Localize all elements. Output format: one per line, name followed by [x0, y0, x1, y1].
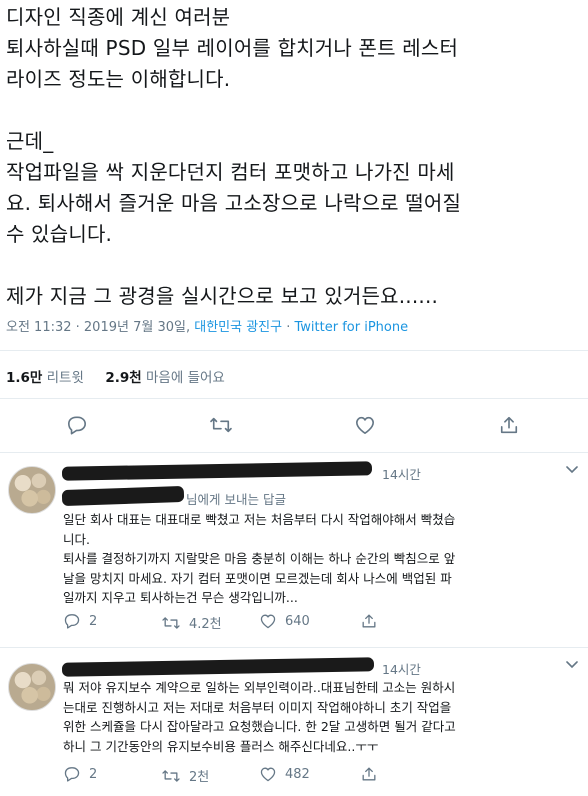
heart-icon	[259, 613, 277, 629]
reply-count: 2	[89, 766, 98, 782]
like-count: 482	[285, 766, 310, 782]
avatar[interactable]	[8, 466, 56, 514]
retweet-count: 1.6만	[6, 370, 43, 386]
tweet-line: 제가 지금 그 광경을 실시간으로 보고 있거든요......	[6, 284, 439, 308]
meta-separator: ·	[282, 320, 295, 335]
reply-tweet[interactable]: 14시간 뭐 저야 유지보수 계약으로 일하는 외부인력이라..대표님한테 고소…	[0, 647, 588, 796]
retweet-count: 2천	[189, 770, 210, 785]
reply-line: 퇴사를 결정하기까지 지랄맞은 마음 충분히 이해는 하나 순간의 빡침으로 앞	[63, 551, 456, 566]
reply-time[interactable]: 14시간	[382, 659, 421, 678]
share-icon	[499, 415, 519, 435]
tweet-line: 퇴사하실때 PSD 일부 레이어를 합치거나 폰트 레스터	[6, 36, 459, 60]
reply-action-bar: 2 4.2천 640	[63, 613, 583, 633]
tweet-source-link[interactable]: Twitter for iPhone	[295, 320, 409, 335]
reply-button[interactable]	[66, 414, 88, 436]
more-options-button[interactable]	[566, 661, 578, 669]
reply-line: 일단 회사 대표는 대표대로 빡쳤고 저는 처음부터 다시 작업해야해서 빡쳤습	[63, 512, 456, 527]
share-button[interactable]	[361, 613, 377, 629]
retweet-count: 4.2천	[189, 617, 222, 632]
chevron-down-icon	[566, 661, 578, 669]
reply-line: 위한 스케쥴을 다시 잡아달라고 요청했습니다. 한 2달 고생하면 될거 같다…	[63, 719, 456, 734]
retweet-icon	[209, 415, 233, 435]
share-icon	[361, 613, 377, 629]
heart-icon	[354, 415, 376, 435]
retweet-button[interactable]: 4.2천	[161, 613, 222, 632]
tweet-line: 디자인 직종에 계신 여러분	[6, 5, 231, 29]
divider	[0, 350, 588, 351]
redacted-reply-handle	[61, 485, 185, 507]
divider	[0, 398, 588, 399]
tweet-stats: 1.6만 리트윗 2.9천 마음에 들어요	[6, 366, 225, 386]
like-button[interactable]: 482	[259, 766, 310, 782]
reply-line: 하니 그 기간동안의 유지보수비용 플러스 해주신다네요..ㅜㅜ	[63, 738, 379, 754]
reply-to-label: 님에게 보내는 답글	[186, 492, 286, 507]
retweet-stat[interactable]: 1.6만 리트윗	[6, 370, 84, 386]
like-button[interactable]: 640	[259, 613, 310, 629]
retweet-label: 리트윗	[46, 370, 84, 386]
redacted-username	[61, 657, 375, 677]
reply-button[interactable]: 2	[63, 613, 97, 629]
reply-line: 뭐 저야 유지보수 계약으로 일하는 외부인력이라..대표님한테 고소는 원하시	[63, 680, 456, 695]
like-count: 2.9천	[105, 370, 142, 386]
tweet-text: 디자인 직종에 계신 여러분 퇴사하실때 PSD 일부 레이어를 합치거나 폰트…	[6, 2, 586, 312]
tweet-line: 수 있습니다.	[6, 222, 113, 246]
like-stat[interactable]: 2.9천 마음에 들어요	[105, 370, 224, 386]
share-button[interactable]	[361, 766, 377, 782]
tweet-line: 근데_	[6, 129, 54, 153]
reply-icon	[63, 766, 81, 782]
reply-button[interactable]: 2	[63, 766, 97, 782]
tweet-timestamp[interactable]: 오전 11:32 · 2019년 7월 30일,	[6, 320, 190, 335]
reply-line: 날을 망치지 마세요. 자기 컴터 포맷이면 모르겠는데 회사 나스에 백업된 …	[63, 570, 452, 586]
reply-icon	[63, 613, 81, 629]
reply-line: 일까지 지우고 퇴사하는건 무슨 생각입니까...	[63, 590, 298, 605]
retweet-button[interactable]: 2천	[161, 766, 209, 785]
like-count: 640	[285, 613, 310, 629]
reply-line: 는대로 진행하시고 저는 저대로 처음부터 이미지 작업해야하니 초기 작업을	[63, 699, 452, 715]
reply-time[interactable]: 14시간	[382, 464, 421, 483]
avatar[interactable]	[8, 663, 56, 711]
reply-text: 일단 회사 대표는 대표대로 빡쳤고 저는 처음부터 다시 작업해야해서 빡쳤습…	[63, 510, 583, 608]
like-label: 마음에 들어요	[146, 370, 225, 386]
heart-icon	[259, 766, 277, 782]
chevron-down-icon	[566, 466, 578, 474]
reply-line: 니다.	[63, 531, 90, 547]
reply-tweet[interactable]: 14시간 님에게 보내는 답글 일단 회사 대표는 대표대로 빡쳤고 저는 처음…	[0, 452, 588, 648]
share-button[interactable]	[498, 414, 520, 436]
tweet-line: 라이즈 정도는 이해합니다.	[6, 67, 231, 91]
reply-icon	[66, 415, 88, 435]
retweet-icon	[161, 768, 181, 784]
retweet-icon	[161, 615, 181, 631]
tweet-action-bar	[0, 410, 588, 440]
tweet-meta: 오전 11:32 · 2019년 7월 30일, 대한민국 광진구 · Twit…	[6, 316, 408, 335]
redacted-username	[61, 461, 373, 481]
like-button[interactable]	[354, 414, 376, 436]
tweet-line: 요. 퇴사해서 즐거운 마음 고소장으로 나락으로 떨어질	[6, 191, 462, 215]
more-options-button[interactable]	[566, 466, 578, 474]
tweet-location-link[interactable]: 대한민국 광진구	[194, 320, 282, 335]
retweet-button[interactable]	[210, 414, 232, 436]
share-icon	[361, 766, 377, 782]
reply-text: 뭐 저야 유지보수 계약으로 일하는 외부인력이라..대표님한테 고소는 원하시…	[63, 678, 583, 756]
tweet-line: 작업파일을 싹 지운다던지 컴터 포맷하고 나가진 마세	[6, 160, 455, 184]
reply-action-bar: 2 2천 482	[63, 766, 583, 786]
reply-count: 2	[89, 613, 98, 629]
